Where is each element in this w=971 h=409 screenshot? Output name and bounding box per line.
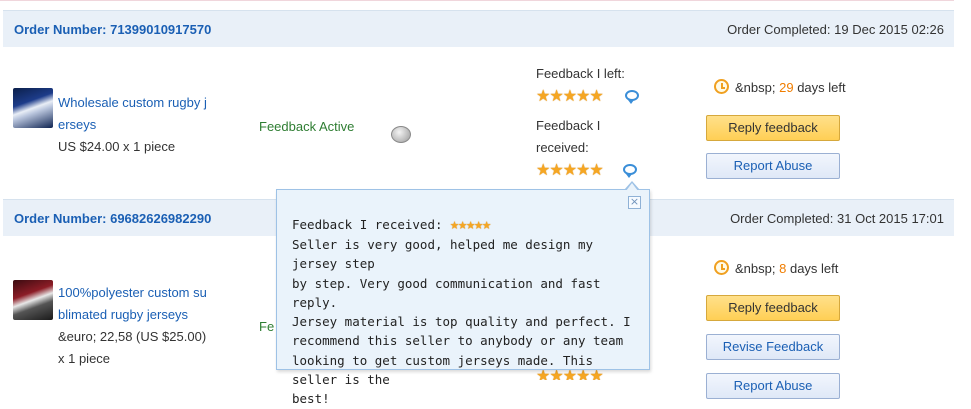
days-suffix: days left [789,261,839,276]
feedback-received-line1: Feedback I [536,118,601,133]
order-header-1: Order Number: 71399010917570 Order Compl… [3,10,954,47]
product-link-1[interactable]: Wholesale custom rugby j erseys [58,92,228,136]
popup-text-line: Seller is very good, helped me design my… [292,237,594,272]
product-thumbnail-1[interactable] [13,88,53,128]
feedback-received-line2: received: [536,140,589,155]
order-number-label: Order Number: [14,22,107,37]
order-number-1: Order Number: 71399010917570 [14,22,211,37]
order-number-value[interactable]: 69682626982290 [110,211,211,226]
order-completed-date: 19 Dec 2015 02:26 [834,22,944,37]
order-completed-label: Order Completed: [730,211,834,226]
product-thumbnail-2[interactable] [13,280,53,320]
reply-feedback-button[interactable]: Reply feedback [706,115,840,141]
product-info-1: Wholesale custom rugby j erseys US $24.0… [58,92,228,158]
report-abuse-button[interactable]: Report Abuse [706,153,840,179]
product-quantity-2: x 1 piece [58,351,111,366]
days-prefix: &nbsp; [735,261,776,276]
product-info-2: 100%polyester custom su blimated rugby j… [58,282,228,370]
chat-bubble-icon[interactable] [625,90,639,104]
days-prefix: &nbsp; [735,80,776,95]
days-number: 8 [779,261,787,276]
top-divider [0,0,954,10]
product-title-line1[interactable]: 100%polyester custom su [58,282,228,304]
popup-rating-stars: ★★★★★ [450,215,491,233]
popup-text-line: looking to get custom jerseys made. This… [292,352,594,388]
report-abuse-button[interactable]: Report Abuse [706,373,840,399]
feedback-status-1: Feedback Active [259,119,355,134]
revise-feedback-button[interactable]: Revise Feedback [706,334,840,360]
clock-icon [714,79,729,94]
popup-text-line: Jersey material is top quality and perfe… [292,314,631,330]
product-title-line1[interactable]: Wholesale custom rugby j [58,92,228,114]
popup-text-line: by step. Very good communication and fas… [292,275,601,310]
product-title-line2[interactable]: blimated rugby jerseys [58,304,228,326]
days-suffix: days left [797,80,846,95]
clock-icon [714,260,729,275]
product-link-2[interactable]: 100%polyester custom su blimated rugby j… [58,282,228,326]
smiley-icon[interactable] [391,126,411,143]
order-number-2: Order Number: 69682626982290 [14,211,211,226]
feedback-popup: × Feedback I received: ★★★★★ Seller is v… [276,181,650,406]
popup-pointer-inner [626,183,638,191]
days-left-1: &nbsp; 29 days left [735,80,846,95]
order-completed-label: Order Completed: [727,22,831,37]
feedback-status-2: Fe [259,319,275,334]
popup-heading: Feedback I received: [292,217,443,232]
order-completed-1: Order Completed: 19 Dec 2015 02:26 [727,22,944,37]
popup-heading-row: Feedback I received: ★★★★★ [292,215,491,233]
days-number: 29 [779,80,794,95]
days-left-2: &nbsp; 8 days left [735,261,838,276]
popup-text-line: best! [292,391,330,407]
reply-feedback-button[interactable]: Reply feedback [706,295,840,321]
popup-feedback-text: Seller is very good, helped me design my… [292,235,637,409]
product-price-2: &euro; 22,58 (US $25.00) [58,329,207,344]
rating-stars-left: ★★★★★ [536,88,604,105]
order-number-label: Order Number: [14,211,107,226]
order-completed-2: Order Completed: 31 Oct 2015 17:01 [730,211,944,226]
feedback-left-label: Feedback I left: [536,66,625,81]
order-number-value[interactable]: 71399010917570 [110,22,211,37]
rating-stars-received: ★★★★★ [536,162,604,179]
product-title-line2[interactable]: erseys [58,114,228,136]
order-completed-date: 31 Oct 2015 17:01 [837,211,944,226]
popup-text-line: recommend this seller to anybody or any … [292,333,624,349]
feedback-received-label: Feedback I received: [536,115,600,159]
close-icon[interactable]: × [628,196,641,209]
chat-bubble-icon[interactable] [623,164,637,178]
product-price-1: US $24.00 x 1 piece [58,139,176,154]
